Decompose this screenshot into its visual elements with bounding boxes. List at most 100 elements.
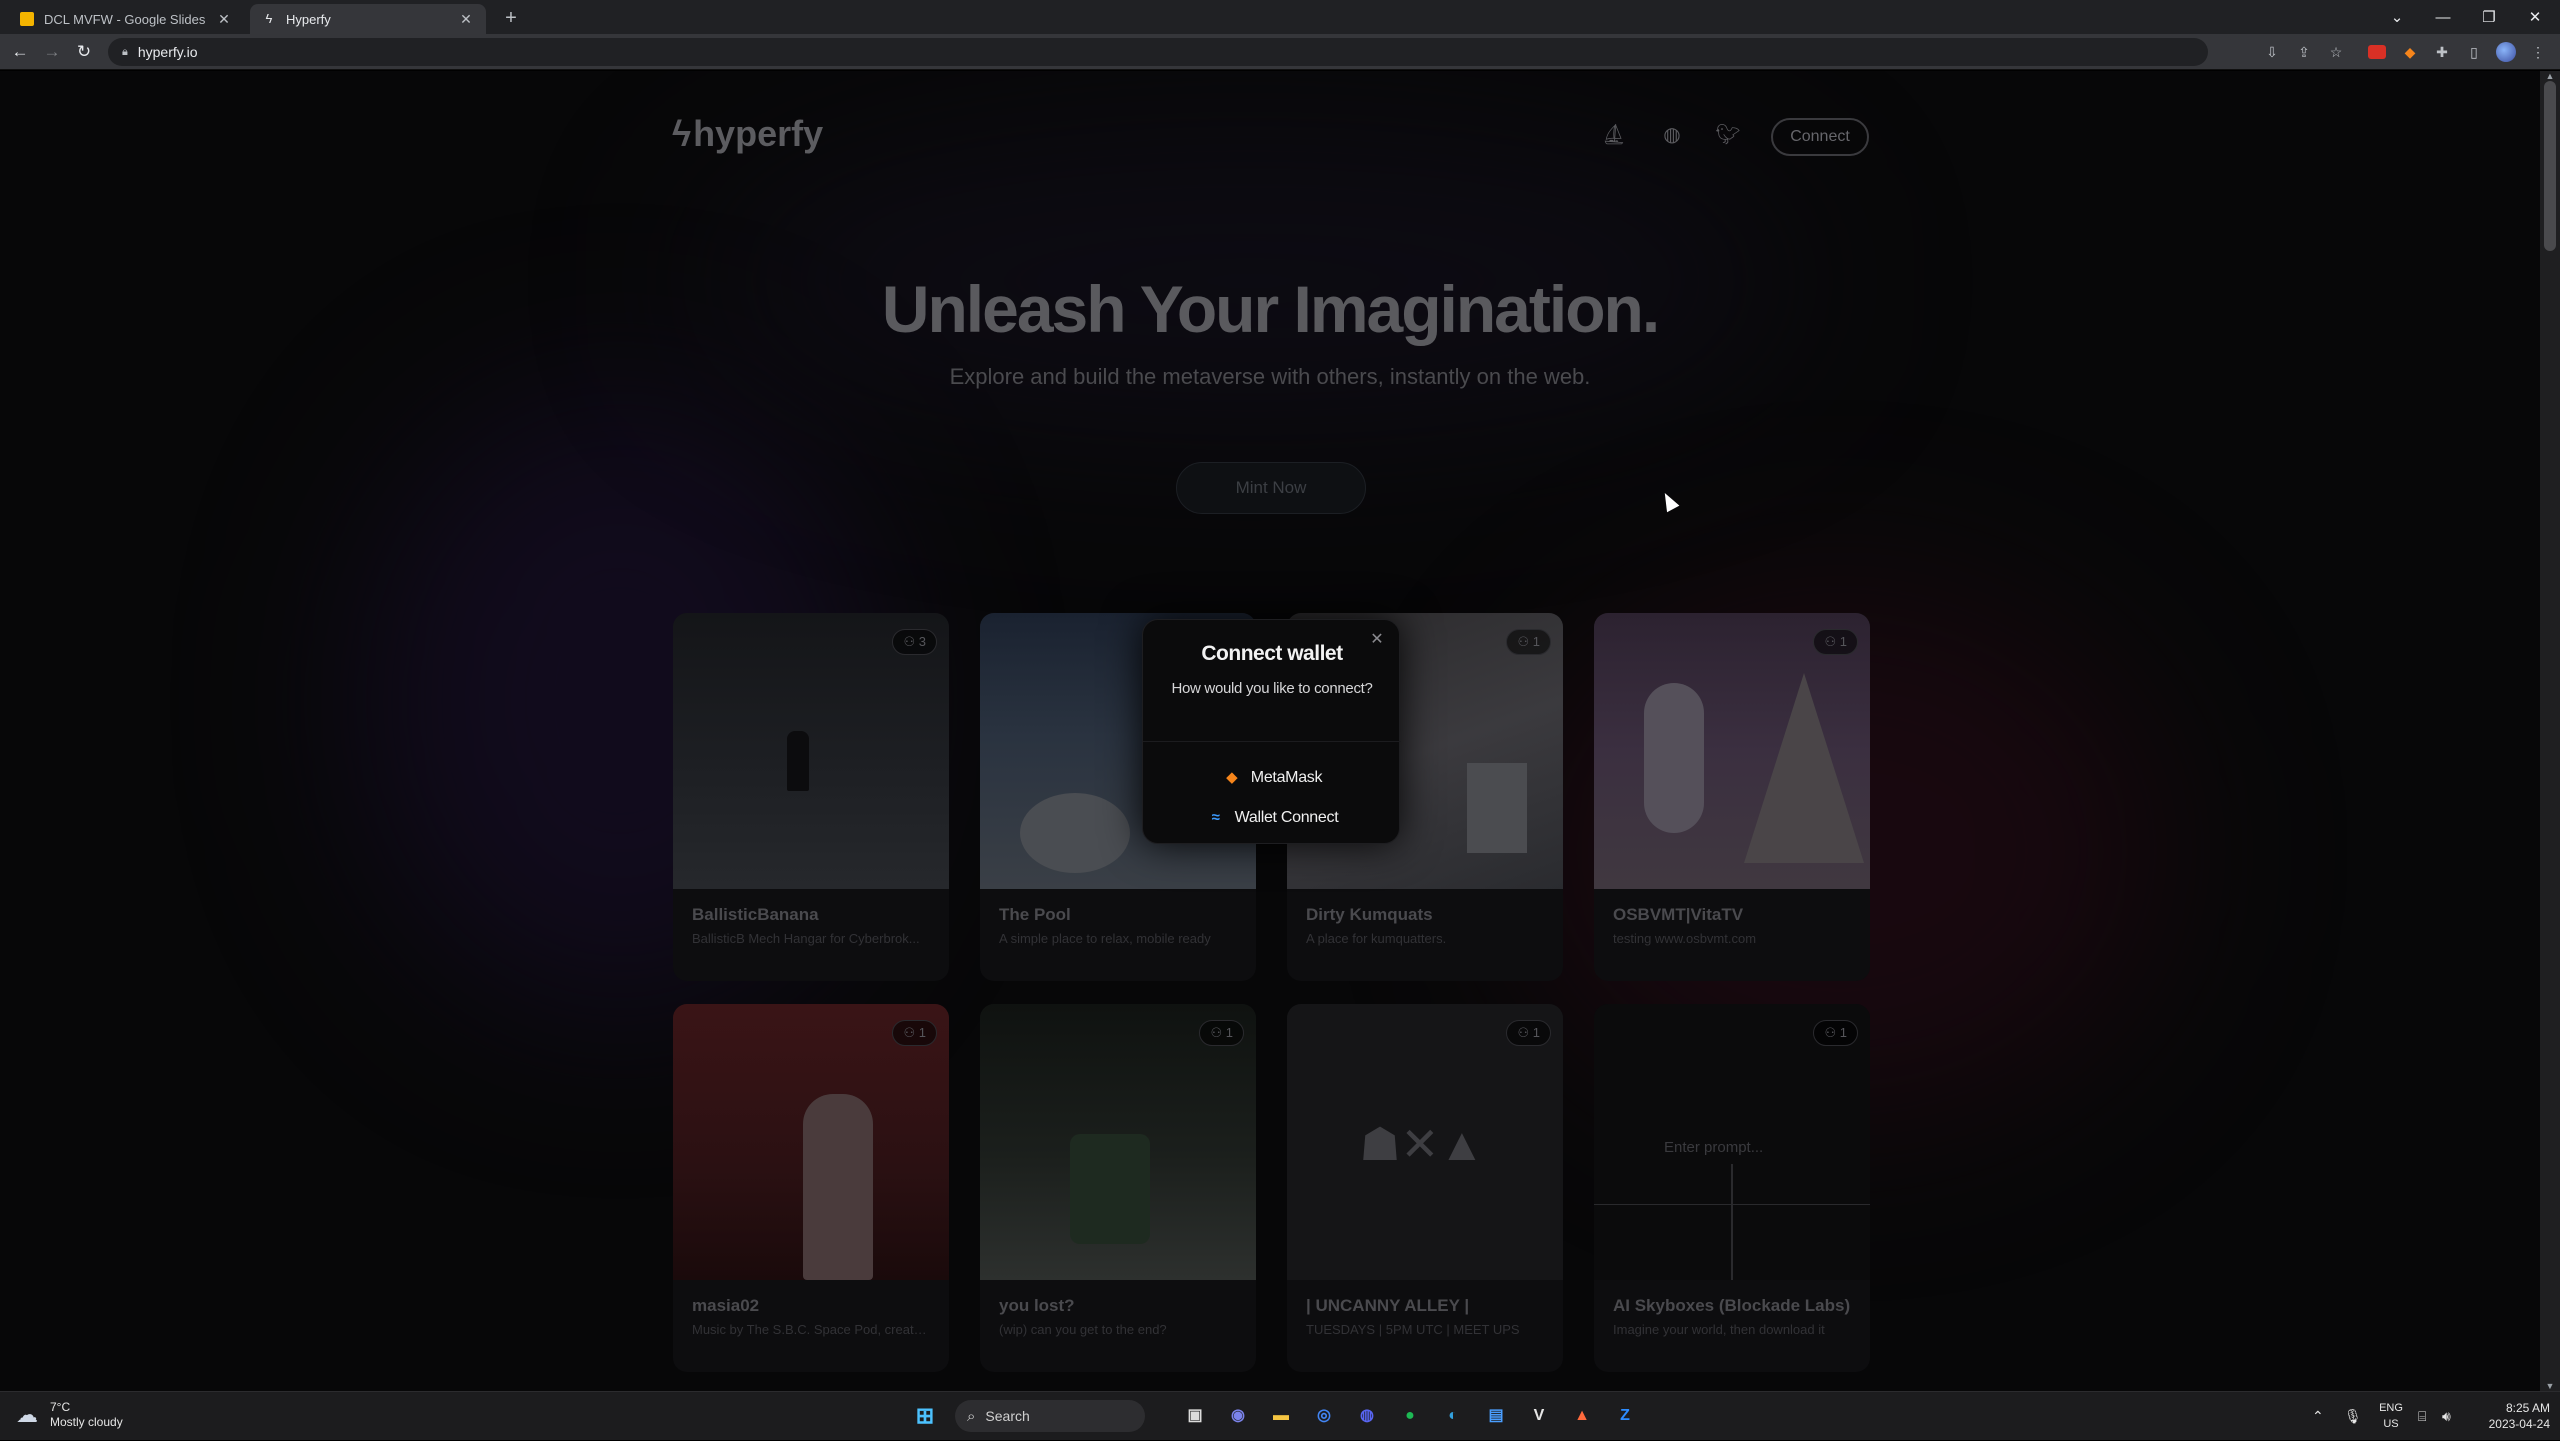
world-title: masia02: [692, 1296, 760, 1315]
grid-line: [1731, 1164, 1733, 1280]
twitter-icon[interactable]: 🐦︎: [1712, 119, 1744, 151]
vscode-icon[interactable]: V: [1524, 1401, 1554, 1431]
player-count-badge: ⚇ 1: [1199, 1020, 1244, 1046]
world-card[interactable]: ⚇ 1 masia02 Music by The S.B.C. Space Po…: [673, 1004, 949, 1372]
avatar-figure: [803, 1094, 873, 1280]
microphone-icon[interactable]: 🎙︎: [2344, 1392, 2362, 1441]
discord-app-icon[interactable]: ◍: [1352, 1401, 1382, 1431]
page-scrollbar[interactable]: ▲ ▼: [2540, 71, 2560, 1391]
world-description: BallisticB Mech Hangar for Cyberbrok...: [692, 931, 920, 946]
discord-icon[interactable]: ◍: [1656, 119, 1688, 151]
sidepanel-icon[interactable]: ▯: [2464, 42, 2484, 62]
world-card[interactable]: ☗✕▲ ⚇ 1 | UNCANNY ALLEY | TUESDAYS | 5PM…: [1287, 1004, 1563, 1372]
address-bar[interactable]: 🔒︎ hyperfy.io: [108, 38, 2208, 66]
close-tab-icon[interactable]: ✕: [458, 11, 474, 28]
walletconnect-button[interactable]: ≈ Wallet Connect: [1163, 798, 1381, 838]
notepad-icon[interactable]: ▤: [1481, 1401, 1511, 1431]
connect-button[interactable]: Connect: [1771, 118, 1869, 156]
new-tab-button[interactable]: +: [498, 6, 524, 32]
walletconnect-icon: ≈: [1211, 809, 1220, 826]
skybox-prompt-placeholder: Enter prompt...: [1664, 1139, 1764, 1156]
mint-now-button[interactable]: Mint Now: [1176, 462, 1366, 514]
windows-start-icon[interactable]: ⊞: [910, 1401, 940, 1431]
extension-red-icon[interactable]: [2368, 45, 2386, 59]
pyramid-shape: [1744, 673, 1864, 863]
blocky-figure: [1070, 1134, 1150, 1244]
hyperfy-logo[interactable]: ϟ hyperfy: [672, 113, 823, 155]
modal-subtitle: How would you like to connect?: [1171, 680, 1373, 697]
taskbar-search[interactable]: ⌕ Search: [955, 1400, 1145, 1432]
minimize-icon[interactable]: —: [2420, 9, 2466, 26]
world-card[interactable]: ⚇ 1 you lost? (wip) can you get to the e…: [980, 1004, 1256, 1372]
tab-title: DCL MVFW - Google Slides: [44, 11, 206, 27]
metamask-extension-icon[interactable]: ◆: [2400, 42, 2420, 62]
share-icon[interactable]: ⇪: [2294, 42, 2314, 62]
clock-date: 2023-04-24: [2488, 1417, 2550, 1431]
world-card[interactable]: ⚇ 1 OSBVMT|VitaTV testing www.osbvmt.com: [1594, 613, 1870, 981]
profile-avatar[interactable]: [2496, 42, 2516, 62]
teams-icon[interactable]: ◉: [1223, 1401, 1253, 1431]
wall-shape: [1467, 763, 1527, 853]
brave-icon[interactable]: ▲: [1567, 1401, 1597, 1431]
opensea-icon[interactable]: ⛵︎: [1598, 119, 1630, 151]
option-label: Wallet Connect: [1234, 809, 1339, 826]
clock-time: 8:25 AM: [2505, 1401, 2550, 1415]
world-title: | UNCANNY ALLEY |: [1306, 1296, 1470, 1315]
chevron-down-icon[interactable]: ⌄: [2374, 8, 2420, 26]
forward-icon[interactable]: →: [40, 40, 64, 64]
bookmark-star-icon[interactable]: ☆: [2326, 42, 2346, 62]
scroll-down-icon[interactable]: ▼: [2540, 1381, 2560, 1391]
extensions-puzzle-icon[interactable]: ✚: [2432, 42, 2452, 62]
search-label: Search: [985, 1408, 1030, 1424]
world-description: TUESDAYS | 5PM UTC | MEET UPS: [1306, 1322, 1520, 1337]
bolt-icon: ϟ: [265, 11, 273, 26]
menu-kebab-icon[interactable]: ⋮: [2528, 42, 2548, 62]
weather-widget[interactable]: ☁ 7°C Mostly cloudy: [16, 1400, 123, 1430]
install-icon[interactable]: ⇩: [2262, 42, 2282, 62]
browser-toolbar: ← → ↻ 🔒︎ hyperfy.io ⇩ ⇪ ☆ ◆ ✚ ▯ ⋮: [0, 34, 2560, 70]
world-card[interactable]: Enter prompt... ⚇ 1 AI Skyboxes (Blockad…: [1594, 1004, 1870, 1372]
restore-icon[interactable]: ❐: [2466, 8, 2512, 26]
back-icon[interactable]: ←: [8, 40, 32, 64]
spotify-icon[interactable]: ●: [1395, 1401, 1425, 1431]
language-indicator[interactable]: ENG US: [2374, 1400, 2408, 1432]
close-tab-icon[interactable]: ✕: [216, 11, 232, 28]
tab-google-slides[interactable]: DCL MVFW - Google Slides ✕: [8, 4, 244, 34]
reload-icon[interactable]: ↻: [72, 40, 96, 64]
scroll-up-icon[interactable]: ▲: [2540, 71, 2560, 81]
file-explorer-icon[interactable]: ▬: [1266, 1401, 1296, 1431]
chevron-up-icon[interactable]: ⌃: [2312, 1392, 2324, 1441]
lock-icon[interactable]: 🔒︎: [122, 46, 128, 59]
divider: [1143, 741, 1401, 742]
zoom-icon[interactable]: Z: [1610, 1401, 1640, 1431]
windows-taskbar: ☁ 7°C Mostly cloudy ⊞ ⌕ Search ▣ ◉ ▬ ◎ ◍…: [0, 1391, 2560, 1440]
cloud-icon: ☁: [16, 1402, 38, 1427]
volume-icon[interactable]: 🔊︎: [2442, 1392, 2451, 1441]
task-view-icon[interactable]: ▣: [1180, 1401, 1210, 1431]
world-title: you lost?: [999, 1296, 1075, 1315]
chrome-icon[interactable]: ◎: [1309, 1401, 1339, 1431]
world-description: Music by The S.B.C. Space Pod, created..…: [692, 1322, 932, 1337]
edge-icon[interactable]: ◐: [1438, 1401, 1468, 1431]
world-description: Imagine your world, then download it: [1613, 1322, 1825, 1337]
metamask-fox-icon: ◆: [1226, 769, 1238, 786]
world-description: testing www.osbvmt.com: [1613, 931, 1757, 946]
figure-silhouette: [787, 731, 809, 791]
world-description: (wip) can you get to the end?: [999, 1322, 1167, 1337]
metamask-button[interactable]: ◆ MetaMask: [1163, 758, 1381, 798]
hyperfy-page: ϟ hyperfy ⛵︎ ◍ 🐦︎ Connect Unleash Your I…: [0, 71, 2540, 1391]
hero-title: Unleash Your Imagination.: [881, 272, 1660, 346]
scrollbar-thumb[interactable]: [2544, 81, 2556, 251]
player-count-badge: ⚇ 3: [892, 629, 937, 655]
close-icon[interactable]: ✕: [2512, 8, 2558, 26]
search-icon: ⌕: [967, 1407, 976, 1425]
mouse-cursor: [1658, 489, 1680, 513]
tab-hyperfy[interactable]: ϟ Hyperfy ✕: [250, 4, 486, 34]
player-count-badge: ⚇ 1: [1813, 629, 1858, 655]
clock[interactable]: 8:25 AM 2023-04-24: [2468, 1400, 2550, 1432]
slides-icon: [20, 12, 34, 26]
bolt-icon: ϟ: [672, 113, 692, 154]
network-icon[interactable]: ⌸: [2418, 1392, 2426, 1441]
modal-title: Connect wallet: [1201, 642, 1343, 665]
world-card[interactable]: ⚇ 3 BallisticBanana BallisticB Mech Hang…: [673, 613, 949, 981]
